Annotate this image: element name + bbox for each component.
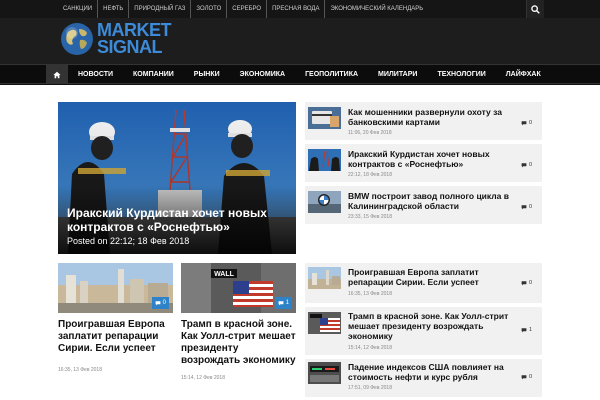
stock-exchange-image bbox=[308, 362, 341, 384]
card-title[interactable]: Проигравшая Европа заплатит репарации Си… bbox=[58, 319, 173, 355]
top-nav-sanctions[interactable]: Санкции bbox=[58, 0, 99, 18]
card-fraud-image bbox=[308, 107, 341, 129]
comment-icon bbox=[521, 121, 527, 126]
comment-icon bbox=[155, 301, 161, 306]
hero-article[interactable]: Иракский Курдистан хочет новых контракто… bbox=[58, 102, 296, 254]
list-item[interactable]: Проигравшая Европа заплатит репарации Си… bbox=[305, 263, 542, 303]
list-thumbnail[interactable] bbox=[308, 267, 341, 289]
comment-count[interactable]: 1 bbox=[274, 297, 292, 309]
article-card[interactable]: WALL 1 Трамп в красной зоне. Как Уолл-ст… bbox=[181, 263, 296, 383]
hero-title[interactable]: Иракский Курдистан хочет новых контракто… bbox=[67, 206, 292, 234]
list-item[interactable]: Иракский Курдистан хочет новых контракто… bbox=[305, 144, 542, 182]
nav-military[interactable]: Милитари bbox=[368, 65, 427, 84]
comment-count[interactable]: 0 bbox=[521, 162, 532, 168]
nav-lifehack[interactable]: Лайфхак bbox=[496, 65, 551, 84]
nav-markets[interactable]: Рынки bbox=[184, 65, 230, 84]
nav-economy[interactable]: Экономика bbox=[230, 65, 295, 84]
main-content: Иракский Курдистан хочет новых контракто… bbox=[0, 85, 600, 400]
list-date: 11:06, 20 Фев 2018 bbox=[348, 130, 392, 136]
comment-count[interactable]: 0 bbox=[151, 297, 169, 309]
wall-street-image bbox=[308, 312, 341, 334]
nav-geopolitics[interactable]: Геополитика bbox=[295, 65, 368, 84]
top-bar: Санкции Нефть Природный газ Золото Сереб… bbox=[0, 0, 600, 18]
list-item[interactable]: Как мошенники развернули охоту за банков… bbox=[305, 102, 542, 140]
main-nav: Новости Компании Рынки Экономика Геополи… bbox=[0, 64, 600, 84]
card-date: 16:35, 13 Фев 2018 bbox=[58, 367, 102, 373]
site-logo[interactable]: MARKET SIGNAL bbox=[60, 21, 172, 58]
home-button[interactable] bbox=[46, 65, 68, 84]
home-icon bbox=[53, 71, 61, 78]
nav-news[interactable]: Новости bbox=[68, 65, 123, 84]
globe-icon bbox=[61, 23, 93, 56]
top-nav-silver[interactable]: Серебро bbox=[227, 0, 268, 18]
top-nav-oil[interactable]: Нефть bbox=[98, 0, 130, 18]
list-thumbnail[interactable] bbox=[308, 191, 341, 213]
list-item[interactable]: Трамп в красной зоне. Как Уолл-стрит меш… bbox=[305, 307, 542, 355]
comment-icon bbox=[521, 281, 527, 286]
list-date: 17:51, 09 Фев 2018 bbox=[348, 385, 392, 391]
city-image bbox=[308, 267, 341, 289]
top-nav: Санкции Нефть Природный газ Золото Сереб… bbox=[58, 0, 428, 18]
card-title[interactable]: Трамп в красной зоне. Как Уолл-стрит меш… bbox=[181, 319, 296, 367]
bmw-image bbox=[308, 191, 341, 213]
list-title[interactable]: Трамп в красной зоне. Как Уолл-стрит меш… bbox=[348, 311, 513, 341]
svg-text:WALL: WALL bbox=[214, 271, 235, 278]
list-date: 16:35, 13 Фев 2018 bbox=[348, 291, 392, 297]
list-date: 22:12, 18 Фев 2018 bbox=[348, 172, 392, 178]
card-date: 15:14, 12 Фев 2018 bbox=[181, 375, 225, 381]
nav-companies[interactable]: Компании bbox=[123, 65, 184, 84]
list-item[interactable]: BMW построит завод полного цикла в Калин… bbox=[305, 186, 542, 224]
comment-icon bbox=[521, 205, 527, 210]
comment-count[interactable]: 0 bbox=[521, 204, 532, 210]
list-thumbnail[interactable] bbox=[308, 362, 341, 384]
comment-count[interactable]: 0 bbox=[521, 120, 532, 126]
comment-count[interactable]: 1 bbox=[521, 327, 532, 333]
list-thumbnail[interactable] bbox=[308, 312, 341, 334]
list-thumbnail[interactable] bbox=[308, 107, 341, 129]
article-card[interactable]: 0 Проигравшая Европа заплатит репарации … bbox=[58, 263, 173, 373]
comment-count[interactable]: 0 bbox=[521, 374, 532, 380]
site-header: MARKET SIGNAL bbox=[0, 18, 600, 64]
list-date: 15:14, 12 Фев 2018 bbox=[348, 345, 392, 351]
oil-rig-image bbox=[308, 149, 341, 171]
list-title[interactable]: Иракский Курдистан хочет новых контракто… bbox=[348, 149, 513, 169]
list-thumbnail[interactable] bbox=[308, 149, 341, 171]
comment-icon bbox=[521, 163, 527, 168]
list-title[interactable]: Падение индексов США повлияет на стоимос… bbox=[348, 362, 513, 382]
search-icon bbox=[531, 4, 540, 14]
comment-icon bbox=[521, 375, 527, 380]
list-date: 23:33, 15 Фев 2018 bbox=[348, 214, 392, 220]
top-nav-calendar[interactable]: Экономический календарь bbox=[325, 0, 428, 18]
top-nav-water[interactable]: Пресная вода bbox=[267, 0, 326, 18]
list-title[interactable]: Как мошенники развернули охоту за банков… bbox=[348, 107, 513, 127]
logo-line2: SIGNAL bbox=[97, 37, 163, 58]
list-item[interactable]: Падение индексов США повлияет на стоимос… bbox=[305, 359, 542, 397]
comment-icon bbox=[278, 301, 284, 306]
comment-icon bbox=[521, 328, 527, 333]
hero-date: Posted on 22:12; 18 Фев 2018 bbox=[67, 236, 190, 246]
nav-technology[interactable]: Технологии bbox=[427, 65, 495, 84]
search-button[interactable] bbox=[526, 0, 544, 18]
comment-count[interactable]: 0 bbox=[521, 280, 532, 286]
list-title[interactable]: Проигравшая Европа заплатит репарации Си… bbox=[348, 267, 513, 287]
top-nav-gas[interactable]: Природный газ bbox=[129, 0, 192, 18]
top-nav-gold[interactable]: Золото bbox=[191, 0, 228, 18]
list-title[interactable]: BMW построит завод полного цикла в Калин… bbox=[348, 191, 513, 211]
